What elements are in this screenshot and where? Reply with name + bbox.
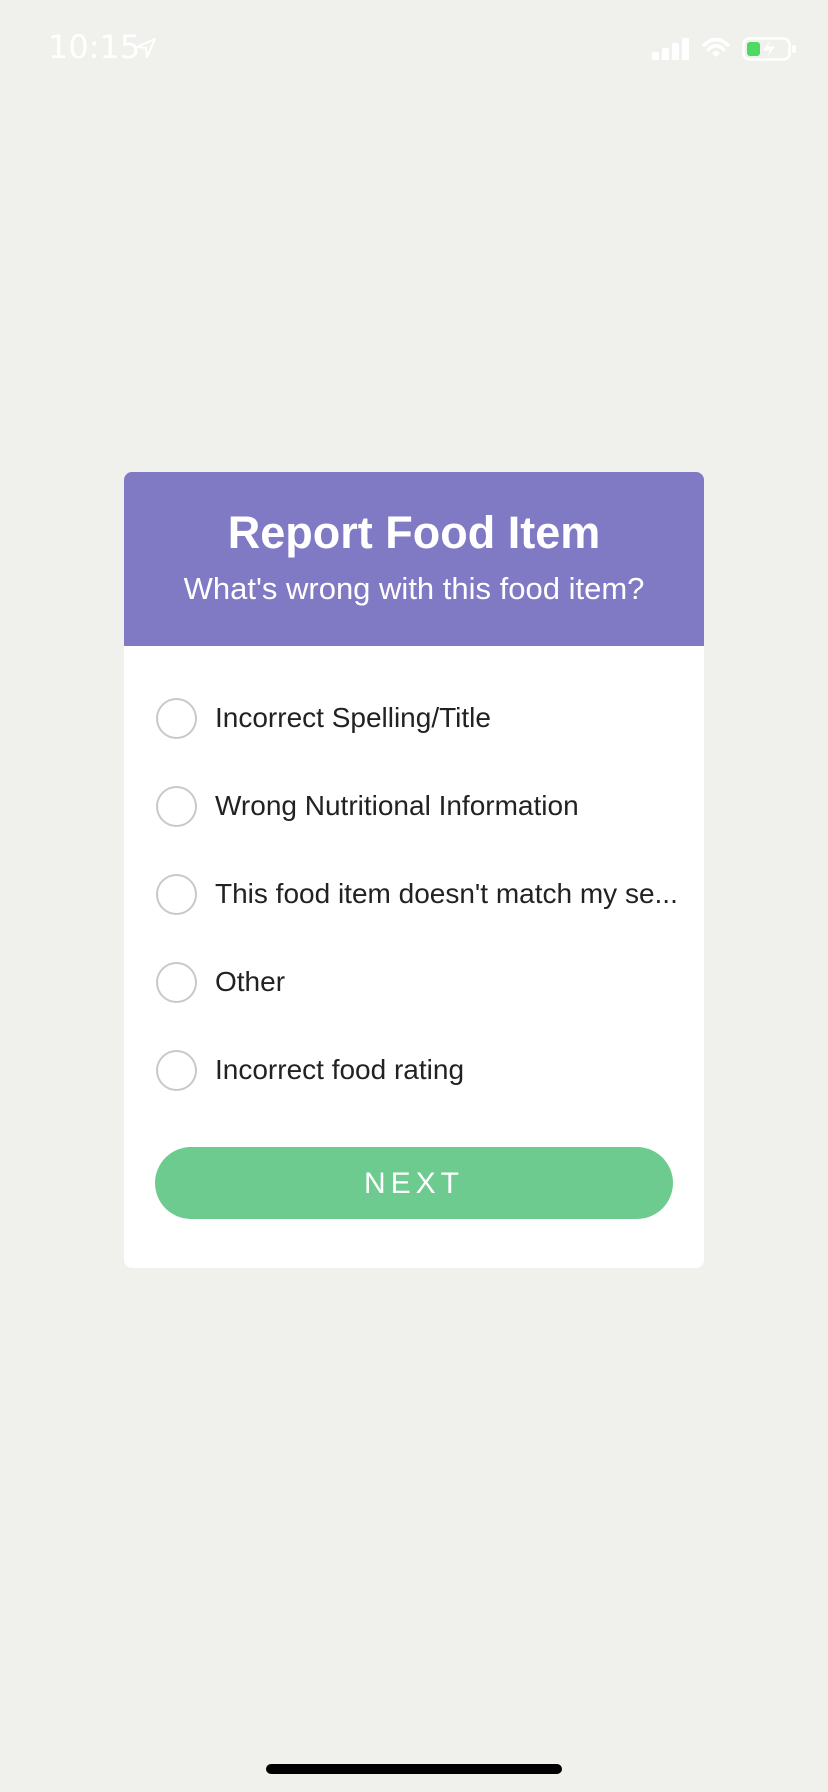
wifi-icon	[702, 37, 730, 57]
option-incorrect-spelling[interactable]: Incorrect Spelling/Title	[156, 694, 696, 742]
option-wrong-nutrition[interactable]: Wrong Nutritional Information	[156, 782, 696, 830]
radio-button[interactable]	[156, 873, 197, 915]
location-arrow-icon	[136, 38, 156, 58]
option-label: Wrong Nutritional Information	[215, 790, 579, 821]
cellular-signal-icon	[652, 38, 689, 60]
report-dialog: Report Food Item What's wrong with this …	[124, 472, 704, 1268]
option-label: Incorrect Spelling/Title	[215, 702, 491, 733]
status-bar: 10:15	[0, 0, 828, 100]
option-label: Incorrect food rating	[215, 1054, 465, 1085]
status-time: 10:15	[48, 28, 141, 66]
dialog-title: Report Food Item	[227, 507, 601, 558]
next-button[interactable]: NEXT	[155, 1147, 673, 1219]
option-label: This food item doesn't match my se...	[215, 878, 678, 909]
home-indicator[interactable]	[266, 1764, 562, 1774]
dialog-header: Report Food Item What's wrong with this …	[124, 472, 704, 646]
dialog-subtitle: What's wrong with this food item?	[183, 571, 645, 606]
radio-button[interactable]	[156, 1049, 197, 1091]
option-other[interactable]: Other	[156, 958, 696, 1006]
radio-button[interactable]	[156, 697, 197, 739]
radio-button[interactable]	[156, 961, 197, 1003]
option-search-mismatch[interactable]: This food item doesn't match my se...	[156, 870, 696, 918]
radio-button[interactable]	[156, 785, 197, 827]
option-incorrect-rating[interactable]: Incorrect food rating	[156, 1046, 696, 1094]
battery-charging-icon	[742, 37, 796, 61]
option-label: Other	[215, 966, 286, 997]
